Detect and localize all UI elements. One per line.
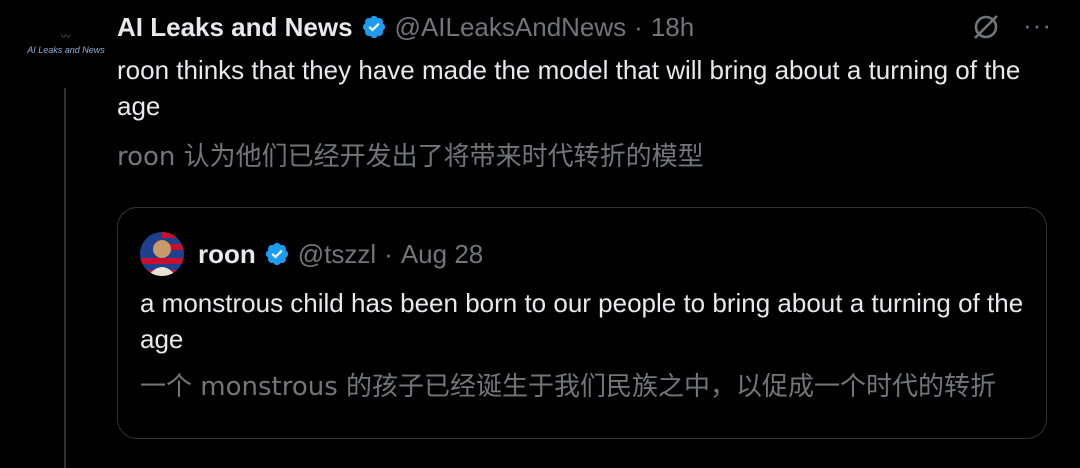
tweet-translation: roon 认为他们已经开发出了将带来时代转折的模型 [117,142,704,172]
more-icon[interactable]: ··· [1023,12,1052,38]
thread-line [64,88,66,468]
logo-bird-icon: 〰 [61,32,71,43]
separator-dot: · [634,11,643,42]
author-name[interactable]: AI Leaks and News [117,12,353,43]
quoted-tweet[interactable]: roon @tszzl · Aug 28 a monstrous child h… [117,207,1047,439]
quote-time[interactable]: Aug 28 [401,239,483,270]
quote-author-name[interactable]: roon [198,239,256,270]
quote-separator-dot: · [384,238,393,269]
author-avatar[interactable]: 〰 AI Leaks and News [22,10,110,78]
quote-text: a monstrous child has been born to our p… [140,288,1024,354]
grok-icon[interactable] [971,12,1001,47]
tweet-time[interactable]: 18h [651,12,694,43]
quote-header: roon @tszzl · Aug 28 [140,232,483,276]
verified-badge-icon[interactable] [361,14,387,40]
quote-verified-badge-icon[interactable] [264,241,290,267]
quote-avatar[interactable] [140,232,184,276]
tweet-header: AI Leaks and News @AILeaksAndNews · 18h [117,10,694,44]
quote-translation: 一个 monstrous 的孩子已经诞生于我们民族之中，以促成一个时代的转折 [140,372,997,402]
avatar-logo-text: AI Leaks and News [27,45,105,55]
author-handle[interactable]: @AILeaksAndNews [395,12,627,43]
tweet-actions: ··· [971,12,1052,47]
quote-author-handle[interactable]: @tszzl [298,239,376,270]
tweet-text: roon thinks that they have made the mode… [117,55,1021,121]
